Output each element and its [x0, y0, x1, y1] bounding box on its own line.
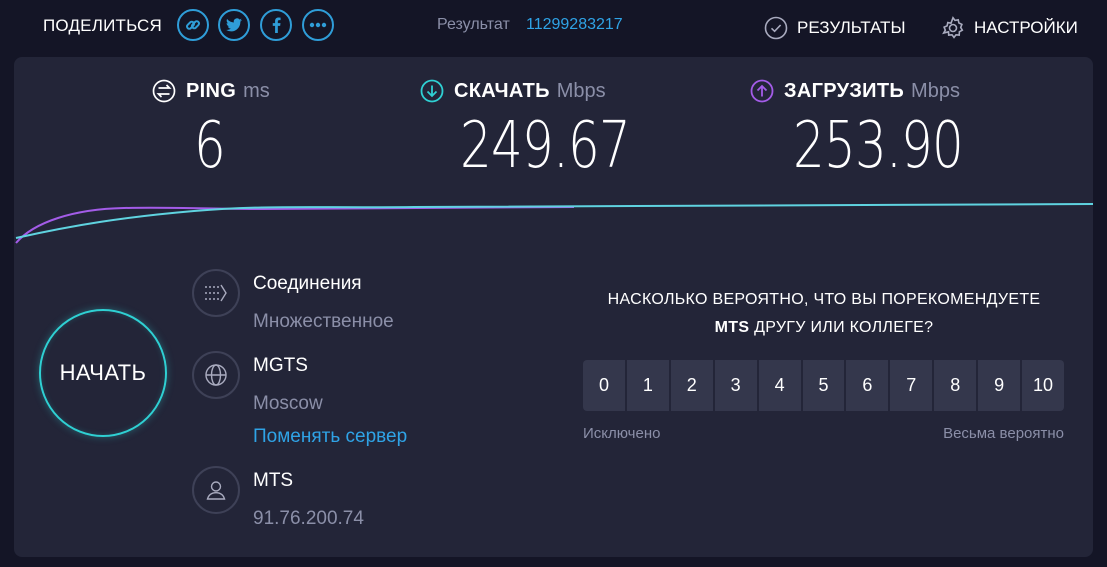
- results-panel: PING ms 6 СКАЧАТЬ Mbps 249.67 ЗАГРУЗИТЬ …: [14, 57, 1093, 557]
- twitter-icon: [226, 18, 242, 32]
- connections-title: Соединения: [253, 273, 362, 294]
- download-arrow-icon: [420, 79, 444, 103]
- server-name: MGTS: [253, 355, 308, 376]
- rating-button-5[interactable]: 5: [802, 360, 845, 411]
- rating-button-10[interactable]: 10: [1022, 360, 1064, 411]
- ping-unit: ms: [243, 79, 270, 102]
- download-unit: Mbps: [556, 79, 606, 102]
- ping-label: PING: [186, 79, 237, 102]
- rating-button-3[interactable]: 3: [714, 360, 757, 411]
- more-icon: [309, 22, 327, 28]
- upload-label: ЗАГРУЗИТЬ: [784, 79, 905, 102]
- rating-button-0[interactable]: 0: [583, 360, 625, 411]
- facebook-icon: [272, 17, 281, 33]
- download-speed-line: [15, 203, 1093, 239]
- ping-icon: [152, 79, 176, 103]
- change-server-link[interactable]: Поменять сервер: [253, 426, 407, 448]
- globe-icon: [192, 351, 240, 399]
- survey-brand: MTS: [714, 319, 750, 336]
- rating-button-8[interactable]: 8: [934, 360, 977, 411]
- upload-unit: Mbps: [911, 79, 960, 102]
- connections-icon: [192, 269, 240, 317]
- results-label: РЕЗУЛЬТАТЫ: [797, 18, 906, 37]
- speed-graph: [15, 203, 1093, 244]
- check-circle-icon: [764, 16, 788, 40]
- share-facebook-button[interactable]: [260, 9, 292, 41]
- settings-button[interactable]: НАСТРОЙКИ: [941, 16, 1078, 40]
- rating-button-9[interactable]: 9: [978, 360, 1021, 411]
- rating-button-2[interactable]: 2: [670, 360, 713, 411]
- provider-ip: 91.76.200.74: [253, 508, 364, 529]
- share-more-button[interactable]: [302, 9, 334, 41]
- provider-name: MTS: [253, 470, 294, 491]
- connections-value: Множественное: [253, 311, 394, 332]
- rating-button-7[interactable]: 7: [890, 360, 933, 411]
- scale-high-label: Весьма вероятно: [943, 425, 1064, 442]
- ping-value: 6: [194, 109, 226, 183]
- start-button[interactable]: НАЧАТЬ: [39, 309, 167, 437]
- upload-header: ЗАГРУЗИТЬ Mbps: [750, 79, 960, 103]
- ping-header: PING ms: [152, 79, 270, 103]
- survey-question-part2: ДРУГУ ИЛИ КОЛЛЕГЕ?: [754, 319, 934, 336]
- download-header: СКАЧАТЬ Mbps: [420, 79, 606, 103]
- result-id-link[interactable]: 11299283217: [526, 16, 623, 34]
- survey-question: НАСКОЛЬКО ВЕРОЯТНО, ЧТО ВЫ ПОРЕКОМЕНДУЕТ…: [574, 286, 1074, 342]
- top-bar: ПОДЕЛИТЬСЯ Результат 11299283217 РЕЗУЛЬТ…: [0, 0, 1107, 56]
- scale-low-label: Исключено: [583, 425, 661, 442]
- settings-label: НАСТРОЙКИ: [974, 18, 1078, 37]
- server-location: Moscow: [253, 393, 323, 414]
- link-icon: [185, 17, 201, 33]
- result-label: Результат: [437, 16, 510, 33]
- survey-question-part1: НАСКОЛЬКО ВЕРОЯТНО, ЧТО ВЫ ПОРЕКОМЕНДУЕТ…: [607, 291, 1041, 308]
- download-value: 249.67: [460, 109, 631, 183]
- gear-icon: [941, 16, 965, 40]
- download-label: СКАЧАТЬ: [454, 79, 550, 102]
- user-icon: [192, 466, 240, 514]
- rating-button-6[interactable]: 6: [846, 360, 889, 411]
- share-label: ПОДЕЛИТЬСЯ: [43, 16, 163, 35]
- rating-scale: 0 1 2 3 4 5 6 7 8 9 10: [583, 360, 1064, 411]
- share-link-button[interactable]: [177, 9, 209, 41]
- rating-button-1[interactable]: 1: [626, 360, 669, 411]
- upload-value: 253.90: [793, 109, 964, 183]
- upload-arrow-icon: [750, 79, 774, 103]
- share-twitter-button[interactable]: [218, 9, 250, 41]
- results-button[interactable]: РЕЗУЛЬТАТЫ: [764, 16, 906, 40]
- rating-button-4[interactable]: 4: [758, 360, 801, 411]
- upload-speed-line: [15, 206, 575, 244]
